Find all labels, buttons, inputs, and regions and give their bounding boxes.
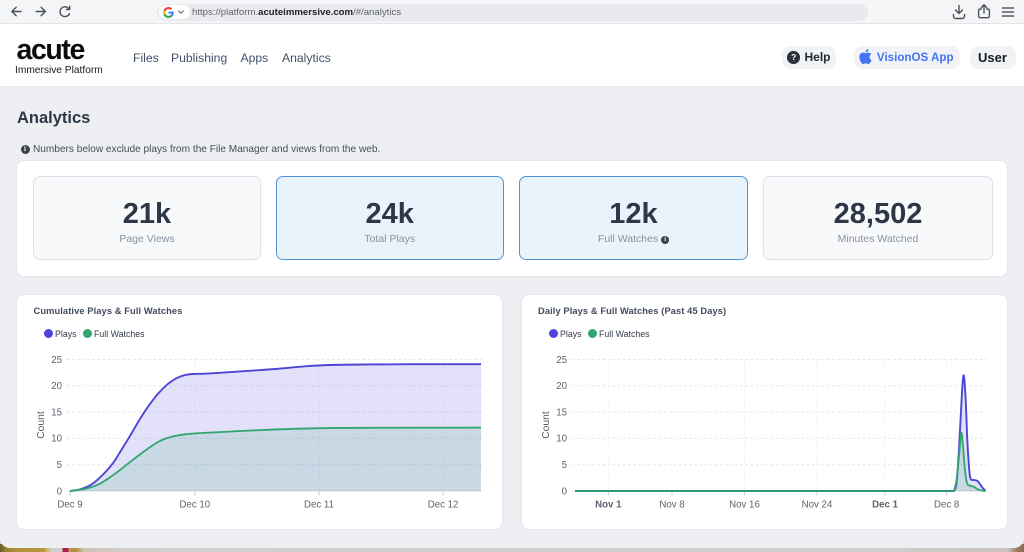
svg-text:0: 0	[562, 486, 568, 497]
svg-text:Dec 12: Dec 12	[428, 500, 459, 511]
svg-text:Count: Count	[541, 411, 552, 439]
svg-text:20: 20	[556, 381, 567, 392]
svg-text:20: 20	[51, 381, 62, 392]
svg-text:0: 0	[57, 486, 63, 497]
svg-text:Nov 24: Nov 24	[802, 500, 833, 511]
svg-text:Nov 8: Nov 8	[659, 500, 684, 511]
svg-text:5: 5	[562, 460, 567, 471]
svg-text:15: 15	[51, 407, 62, 418]
svg-text:5: 5	[57, 460, 62, 471]
svg-text:25: 25	[556, 355, 567, 366]
svg-text:Dec 9: Dec 9	[57, 500, 82, 511]
svg-text:Nov 1: Nov 1	[595, 500, 622, 511]
svg-text:Dec 10: Dec 10	[179, 500, 210, 511]
svg-text:10: 10	[51, 434, 62, 445]
svg-text:Dec 1: Dec 1	[872, 500, 898, 511]
svg-text:25: 25	[51, 355, 62, 366]
svg-text:Count: Count	[36, 411, 47, 439]
svg-text:10: 10	[556, 434, 567, 445]
svg-text:Dec 8: Dec 8	[934, 500, 959, 511]
svg-text:Nov 16: Nov 16	[729, 500, 760, 511]
svg-text:15: 15	[556, 407, 567, 418]
svg-text:Dec 11: Dec 11	[304, 500, 334, 511]
